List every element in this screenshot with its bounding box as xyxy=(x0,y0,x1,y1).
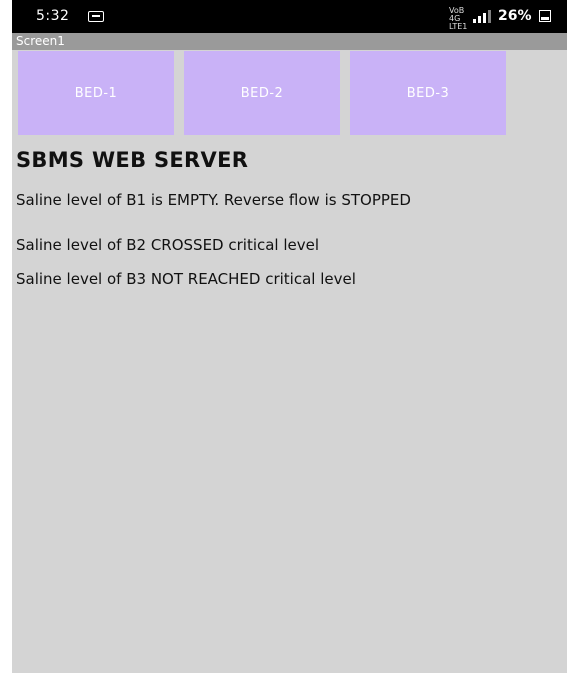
phone-screen: 5:32 VoB 4G LTE1 26% Screen1 BED-1 BED-2… xyxy=(12,0,567,673)
battery-icon xyxy=(539,10,551,22)
network-type-icon: VoB 4G LTE1 xyxy=(449,6,468,31)
bed-1-button[interactable]: BED-1 xyxy=(18,51,174,135)
bed-2-status: Saline level of B2 CROSSED critical leve… xyxy=(16,236,320,254)
status-bar: 5:32 VoB 4G LTE1 26% xyxy=(12,0,567,33)
bed-3-button[interactable]: BED-3 xyxy=(350,51,506,135)
message-icon xyxy=(88,11,104,22)
bed-3-status: Saline level of B3 NOT REACHED critical … xyxy=(16,270,356,288)
bed-1-status: Saline level of B1 is EMPTY. Reverse flo… xyxy=(16,191,411,209)
status-time: 5:32 xyxy=(36,8,70,24)
battery-percent: 26% xyxy=(498,8,532,24)
screen-title-bar: Screen1 xyxy=(12,33,567,50)
signal-icon xyxy=(473,9,491,23)
bed-2-button[interactable]: BED-2 xyxy=(184,51,340,135)
screen-title: Screen1 xyxy=(16,34,65,48)
page-title: SBMS WEB SERVER xyxy=(16,148,249,172)
